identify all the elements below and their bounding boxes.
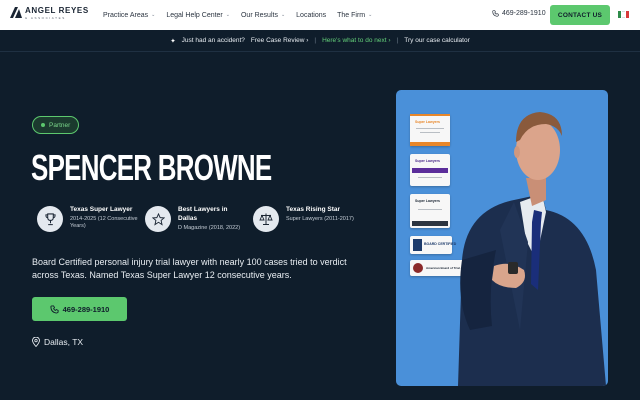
banner-free-review-label: Free Case Review — [250, 37, 305, 44]
mexico-flag-icon[interactable] — [618, 11, 629, 18]
badge-dot-icon — [41, 123, 45, 127]
phone-icon — [50, 304, 59, 314]
award-subtitle: D Magazine (2018, 2022) — [178, 224, 241, 231]
nav-item-locations[interactable]: Locations — [296, 12, 326, 19]
award-subtitle: 2014-2025 (12 Consecutive Years) — [70, 215, 138, 230]
nav-item-our-results[interactable]: Our Results ⌄ — [241, 12, 285, 19]
banner-next-steps-label: Here's what to do next — [322, 37, 387, 44]
office-location-text: Dallas, TX — [44, 337, 84, 347]
banner-calculator-link[interactable]: Try our case calculator — [404, 37, 470, 44]
chevron-right-icon: › — [388, 37, 391, 44]
call-phone-button[interactable]: 469-289-1910 — [32, 297, 127, 321]
chevron-down-icon: ⌄ — [368, 12, 373, 18]
partner-badge-label: Partner — [49, 121, 71, 129]
award-best-lawyers-dallas: Best Lawyers in Dallas D Magazine (2018,… — [145, 206, 246, 232]
phone-icon — [492, 10, 499, 17]
award-title: Best Lawyers in Dallas — [178, 206, 228, 222]
banner-free-review-link[interactable]: Free Case Review › — [251, 37, 308, 44]
chevron-down-icon: ⌄ — [151, 12, 156, 18]
map-pin-icon — [32, 337, 40, 347]
attorney-description: Board Certified personal injury trial la… — [32, 257, 347, 281]
chevron-right-icon: › — [306, 37, 309, 44]
nav-item-the-firm[interactable]: The Firm ⌄ — [337, 12, 372, 19]
attorney-photo: Super Lawyers Super Lawyers Super Lawyer… — [396, 90, 608, 386]
star-icon — [145, 206, 171, 232]
nav-menu: Practice Areas ⌄ Legal Help Center ⌄ Our… — [103, 0, 383, 30]
scales-icon — [253, 206, 279, 232]
chevron-down-icon: ⌄ — [280, 12, 286, 18]
logo[interactable]: ANGEL REYES & ASSOCIATES — [10, 7, 89, 20]
attorney-portrait — [458, 112, 606, 386]
banner-next-steps-link[interactable]: Here's what to do next › — [322, 37, 390, 44]
call-phone-number: 469-289-1910 — [62, 304, 110, 314]
banner-divider: | — [396, 37, 399, 44]
partner-badge: Partner — [32, 116, 80, 134]
top-nav: ANGEL REYES & ASSOCIATES Practice Areas … — [0, 0, 640, 30]
nav-item-legal-help-center[interactable]: Legal Help Center ⌄ — [166, 12, 230, 19]
award-texas-super-lawyer: Texas Super Lawyer 2014-2025 (12 Consecu… — [37, 206, 138, 232]
nav-item-label: Practice Areas — [103, 11, 149, 19]
banner-divider: | — [314, 37, 317, 44]
award-subtitle: Super Lawyers (2011-2017) — [286, 215, 354, 222]
announcement-banner: ✦ Just had an accident? Free Case Review… — [0, 30, 640, 52]
contact-us-button[interactable]: CONTACT US — [550, 5, 610, 25]
logo-subtitle: & ASSOCIATES — [25, 16, 66, 20]
attorney-name-heading: SPENCER BROWNE — [31, 147, 272, 188]
logo-name: ANGEL REYES — [25, 6, 89, 15]
logo-mark-icon — [10, 7, 22, 18]
award-title: Texas Super Lawyer — [70, 206, 133, 213]
nav-item-label: Legal Help Center — [166, 11, 223, 19]
header-phone-number: 469-289-1910 — [502, 10, 546, 17]
header-phone-link[interactable]: 469-289-1910 — [492, 10, 546, 17]
banner-accident-text: Just had an accident? — [181, 37, 245, 44]
nav-item-label: Locations — [296, 11, 327, 19]
trophy-icon — [37, 206, 63, 232]
sparkle-icon: ✦ — [170, 37, 176, 45]
award-title: Texas Rising Star — [286, 206, 341, 213]
nav-item-practice-areas[interactable]: Practice Areas ⌄ — [103, 12, 155, 19]
award-texas-rising-star: Texas Rising Star Super Lawyers (2011-20… — [253, 206, 354, 232]
nav-item-label: Our Results — [240, 11, 278, 19]
chevron-down-icon: ⌄ — [225, 12, 230, 18]
nav-item-label: The Firm — [337, 11, 366, 19]
office-location: Dallas, TX — [32, 337, 83, 347]
